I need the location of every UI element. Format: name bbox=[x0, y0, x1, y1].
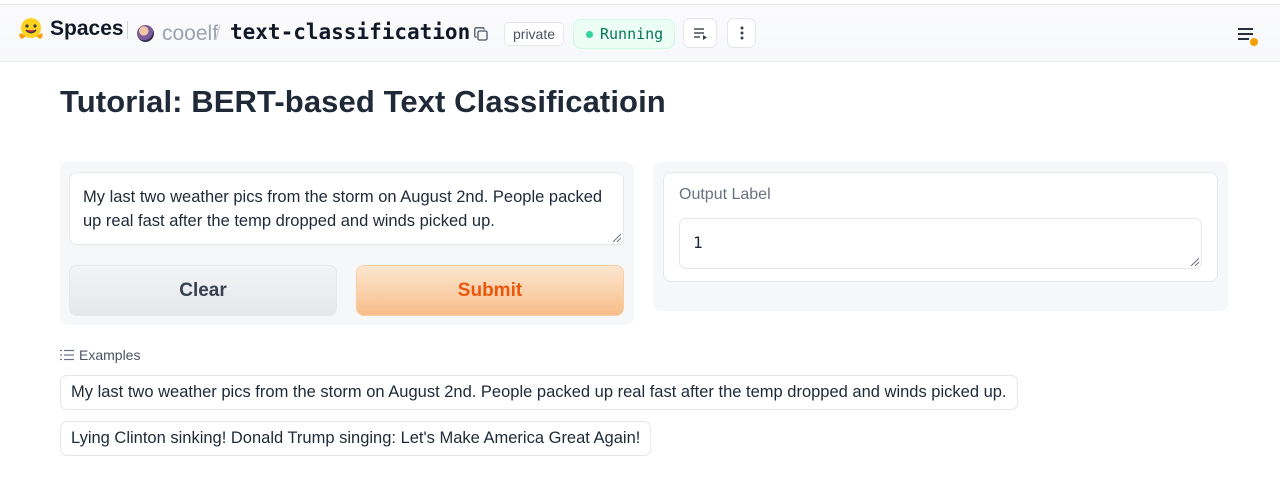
status-dot-icon bbox=[586, 31, 593, 38]
output-textbox[interactable]: 1 bbox=[679, 218, 1202, 269]
logs-button[interactable] bbox=[683, 18, 717, 48]
running-status-badge[interactable]: Running bbox=[573, 19, 676, 49]
space-name[interactable]: text-classification bbox=[230, 20, 470, 44]
example-item[interactable]: My last two weather pics from the storm … bbox=[60, 375, 1018, 410]
vertical-dots-icon bbox=[740, 26, 744, 40]
private-badge: private bbox=[504, 22, 565, 46]
owner-name[interactable]: cooelf bbox=[162, 22, 218, 46]
spaces-brand[interactable]: Spaces bbox=[50, 17, 124, 41]
logs-icon bbox=[694, 28, 707, 40]
hamburger-menu-icon[interactable] bbox=[1237, 26, 1259, 48]
submit-button[interactable]: Submit bbox=[356, 265, 624, 316]
running-status-label: Running bbox=[600, 25, 664, 43]
path-separator: / bbox=[215, 22, 221, 45]
list-icon bbox=[60, 349, 74, 361]
input-textarea[interactable]: My last two weather pics from the storm … bbox=[69, 172, 624, 245]
clear-button[interactable]: Clear bbox=[69, 265, 337, 316]
example-item[interactable]: Lying Clinton sinking! Donald Trump sing… bbox=[60, 421, 652, 456]
hugging-face-logo-icon[interactable] bbox=[18, 17, 44, 41]
header-divider bbox=[127, 21, 128, 39]
owner-avatar[interactable] bbox=[137, 25, 154, 42]
resize-handle-icon[interactable] bbox=[612, 233, 621, 242]
more-options-button[interactable] bbox=[727, 18, 756, 48]
copy-icon[interactable] bbox=[474, 27, 488, 41]
output-resize-handle-icon[interactable] bbox=[1190, 257, 1199, 266]
output-label: Output Label bbox=[679, 186, 771, 203]
examples-label: Examples bbox=[79, 347, 141, 363]
page-title: Tutorial: BERT-based Text Classificatioi… bbox=[60, 84, 666, 119]
